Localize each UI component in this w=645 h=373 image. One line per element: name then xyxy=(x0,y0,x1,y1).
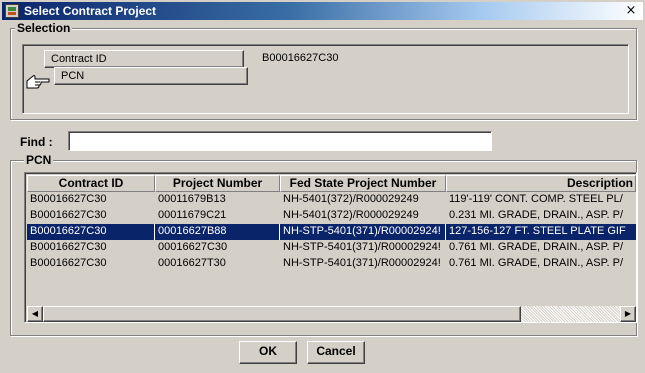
find-label: Find : xyxy=(20,135,53,149)
scroll-left-button[interactable]: ◀ xyxy=(27,306,43,322)
cell-project-number: 00011679C21 xyxy=(158,209,227,221)
close-button[interactable]: × xyxy=(623,2,639,19)
cell-project-number: 00016627T30 xyxy=(158,257,226,269)
window-title: Select Contract Project xyxy=(24,4,157,18)
table-row[interactable]: B00016627C30 00011679C21 NH-5401(372)/R0… xyxy=(27,208,636,224)
cell-fed-state-project-number: NH-5401(372)/R000029249 xyxy=(283,209,419,221)
hand-pointer-icon xyxy=(24,71,50,91)
selection-group-label: Selection xyxy=(15,21,73,35)
cell-contract-id: B00016627C30 xyxy=(30,193,107,205)
find-input[interactable] xyxy=(68,131,492,151)
column-header-contract-id[interactable]: Contract ID xyxy=(27,175,155,192)
cell-fed-state-project-number: NH-5401(372)/R000029249 xyxy=(283,193,419,205)
table-header-row: Contract ID Project Number Fed State Pro… xyxy=(27,175,636,192)
cell-description: 119'-119' CONT. COMP. STEEL PL/ xyxy=(449,193,623,205)
pcn-sort-button[interactable]: PCN xyxy=(54,67,248,85)
scrollbar-thumb[interactable] xyxy=(43,306,521,322)
cell-contract-id: B00016627C30 xyxy=(27,224,155,240)
select-contract-project-dialog: Select Contract Project × Selection Cont… xyxy=(0,0,645,373)
app-icon xyxy=(5,4,19,18)
cell-description: 0.761 MI. GRADE, DRAIN., ASP. P/ xyxy=(449,241,624,253)
cell-contract-id: B00016627C30 xyxy=(30,257,107,269)
pcn-group-label: PCN xyxy=(24,153,54,167)
pcn-table-body: Contract ID Project Number Fed State Pro… xyxy=(27,175,636,304)
scroll-right-button[interactable]: ▶ xyxy=(620,306,636,322)
pcn-table[interactable]: Contract ID Project Number Fed State Pro… xyxy=(24,172,637,323)
column-header-description[interactable]: Description xyxy=(446,175,636,192)
column-header-fed-state-project-number[interactable]: Fed State Project Number xyxy=(280,175,446,192)
cell-fed-state-project-number: NH-STP-5401(371)/R00002924! xyxy=(283,257,441,269)
horizontal-scrollbar[interactable]: ◀ ▶ xyxy=(27,306,636,322)
table-row[interactable]: B00016627C30 00016627C30 NH-STP-5401(371… xyxy=(27,240,636,256)
cancel-button[interactable]: Cancel xyxy=(307,341,365,364)
column-header-project-number[interactable]: Project Number xyxy=(155,175,280,192)
cell-fed-state-project-number: NH-STP-5401(371)/R00002924! xyxy=(280,224,446,240)
cell-project-number: 00011679B13 xyxy=(158,193,226,205)
cell-project-number: 00016627C30 xyxy=(158,241,228,253)
cell-description: 127-156-127 FT. STEEL PLATE GIF xyxy=(449,225,626,237)
contract-id-sort-button[interactable]: Contract ID xyxy=(44,50,244,68)
table-row[interactable]: B00016627C30 00016627T30 NH-STP-5401(371… xyxy=(27,256,636,272)
cell-project-number: 00016627B88 xyxy=(155,224,280,240)
table-row-selected[interactable]: B00016627C30 00016627B88 NH-STP-5401(371… xyxy=(27,224,636,240)
cell-description: 0.231 MI. GRADE, DRAIN., ASP. P/ xyxy=(449,209,624,221)
title-bar[interactable]: Select Contract Project × xyxy=(2,2,643,20)
cell-fed-state-project-number: NH-STP-5401(371)/R00002924! xyxy=(283,241,441,253)
table-row[interactable]: B00016627C30 00011679B13 NH-5401(372)/R0… xyxy=(27,192,636,208)
ok-button[interactable]: OK xyxy=(239,341,297,364)
cell-contract-id: B00016627C30 xyxy=(30,209,107,221)
cell-description: 0.761 MI. GRADE, DRAIN., ASP. P/ xyxy=(449,257,624,269)
contract-id-value: B00016627C30 xyxy=(262,52,339,64)
cell-contract-id: B00016627C30 xyxy=(30,241,107,253)
